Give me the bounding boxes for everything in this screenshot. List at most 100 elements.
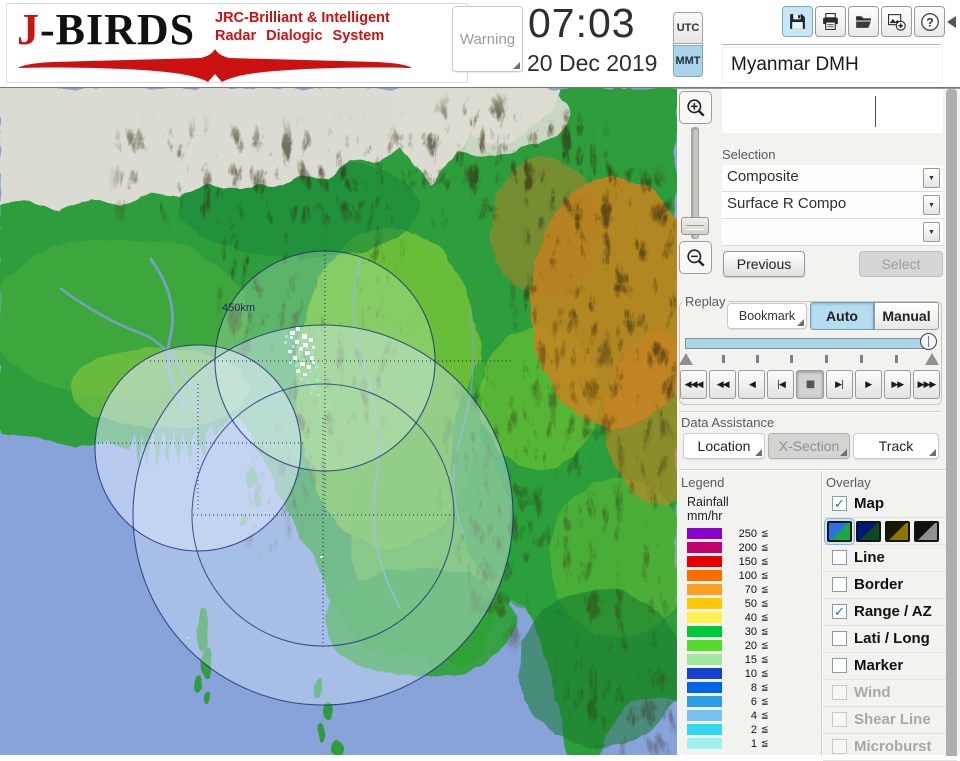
- x-section-button[interactable]: X-Section: [768, 433, 850, 459]
- overlay-item-border[interactable]: Border: [823, 572, 957, 599]
- legend-color-swatch: [687, 598, 722, 609]
- stop-button[interactable]: ■: [796, 370, 824, 399]
- chevron-down-icon[interactable]: ▼: [923, 222, 940, 242]
- overlay-item-marker[interactable]: Marker: [823, 653, 957, 680]
- help-button[interactable]: ?: [914, 6, 945, 37]
- legend-lte-symbol: ≦: [761, 725, 769, 735]
- overlay-item-map[interactable]: ✓ Map: [823, 491, 957, 518]
- map-style-black-gray[interactable]: [914, 521, 939, 542]
- legend-lte-symbol: ≦: [761, 669, 769, 679]
- overlay-item-label: Line: [854, 549, 885, 566]
- overlay-item-label: Border: [854, 576, 904, 593]
- checkbox-marker[interactable]: [832, 658, 847, 673]
- radar-map[interactable]: 450km: [0, 88, 677, 755]
- overlay-item-label: Lati / Long: [854, 630, 930, 647]
- selection-combo-1[interactable]: Composite ▼: [722, 165, 943, 192]
- utc-button[interactable]: UTC: [673, 12, 703, 44]
- replay-tick: [756, 355, 759, 363]
- clock-date: 20 Dec 2019: [527, 50, 658, 76]
- chevron-down-icon[interactable]: ▼: [923, 168, 940, 188]
- map-zoom-slider-thumb[interactable]: [681, 217, 709, 235]
- legend-color-swatch: [687, 710, 722, 721]
- print-button[interactable]: [815, 6, 846, 37]
- legend-row: 150 ≦: [685, 556, 815, 568]
- overlay-item-label: Map: [854, 495, 884, 512]
- overlay-item-label: Marker: [854, 657, 904, 674]
- replay-tick: [722, 355, 725, 363]
- station-name-field[interactable]: Myanmar DMH: [722, 47, 943, 83]
- divider: [679, 469, 955, 470]
- forward-end-button[interactable]: ▶▶▶: [912, 370, 940, 399]
- add-image-button[interactable]: [881, 6, 912, 37]
- auto-mode-button[interactable]: Auto: [810, 302, 874, 330]
- checkbox-lati-long[interactable]: [832, 631, 847, 646]
- map-style-blue-green[interactable]: [827, 521, 852, 542]
- data-assistance-label: Data Assistance: [681, 415, 775, 430]
- overlay-item-range-az[interactable]: ✓ Range / AZ: [823, 599, 957, 626]
- chevron-down-icon[interactable]: ▼: [923, 195, 940, 215]
- overlay-item-shear-line[interactable]: Shear Line: [823, 707, 957, 734]
- legend-color-swatch: [687, 584, 722, 595]
- open-folder-button[interactable]: [848, 6, 879, 37]
- add-image-icon: [888, 14, 906, 31]
- legend-lte-symbol: ≦: [761, 683, 769, 693]
- overlay-item-lati-long[interactable]: Lati / Long: [823, 626, 957, 653]
- map-style-black-olive[interactable]: [885, 521, 910, 542]
- logo-tagline-1: JRC-Brilliant & Intelligent: [215, 10, 390, 26]
- legend-row: 1 ≦: [685, 738, 815, 750]
- map-zoom-in-button[interactable]: [679, 91, 712, 124]
- track-button[interactable]: Track: [853, 433, 939, 459]
- checkbox-wind[interactable]: [832, 685, 847, 700]
- panel-collapse-arrow-icon[interactable]: [947, 16, 956, 28]
- play-button[interactable]: ▶: [854, 370, 882, 399]
- rewind-start-button[interactable]: ◀◀◀: [680, 370, 708, 399]
- legend-value: 200: [738, 542, 757, 554]
- replay-slider-handle[interactable]: [920, 333, 937, 350]
- header-bar: J-BIRDS JRC-Brilliant & Intelligent Rada…: [0, 0, 960, 88]
- combo-value: Surface R Compo: [727, 195, 847, 212]
- map-zoom-out-button[interactable]: [679, 241, 712, 274]
- text-caret: [875, 96, 876, 127]
- fast-rewind-button[interactable]: ◀◀: [709, 370, 737, 399]
- select-button[interactable]: Select: [859, 251, 943, 277]
- legend-row: 20 ≦: [685, 640, 815, 652]
- checkbox-microburst[interactable]: [832, 739, 847, 754]
- legend-row: 100 ≦: [685, 570, 815, 582]
- eagle-logo-icon: [18, 49, 412, 82]
- step-forward-button[interactable]: ▶|: [825, 370, 853, 399]
- previous-button[interactable]: Previous: [723, 251, 805, 277]
- legend-value: 250: [738, 528, 757, 540]
- legend-row: 8 ≦: [685, 682, 815, 694]
- mmt-button[interactable]: MMT: [673, 45, 703, 77]
- selection-combo-2[interactable]: Surface R Compo ▼: [722, 192, 943, 219]
- replay-slider-track[interactable]: [685, 338, 931, 349]
- checkbox-line[interactable]: [832, 550, 847, 565]
- location-button[interactable]: Location: [683, 433, 765, 459]
- checkbox-map[interactable]: ✓: [832, 496, 847, 511]
- legend-value: 150: [738, 556, 757, 568]
- overlay-item-line[interactable]: Line: [823, 545, 957, 572]
- legend-color-swatch: [687, 696, 722, 707]
- zoom-in-icon: [686, 98, 705, 117]
- map-style-navy-darkgreen[interactable]: [856, 521, 881, 542]
- play-reverse-button[interactable]: ◀: [738, 370, 766, 399]
- legend-label: Legend: [681, 475, 725, 490]
- message-input-box[interactable]: [722, 89, 943, 133]
- checkbox-border[interactable]: [832, 577, 847, 592]
- save-button[interactable]: [782, 6, 813, 37]
- slider-end-marker-icon: [925, 353, 939, 365]
- checkbox-shear-line[interactable]: [832, 712, 847, 727]
- bookmark-button[interactable]: Bookmark: [727, 303, 807, 329]
- manual-mode-button[interactable]: Manual: [874, 302, 939, 330]
- overlay-item-microburst[interactable]: Microburst: [823, 734, 957, 761]
- selection-combo-3[interactable]: ▼: [722, 219, 943, 246]
- legend-value: 30: [744, 626, 757, 638]
- warning-button[interactable]: Warning: [452, 6, 523, 72]
- overlay-item-wind[interactable]: Wind: [823, 680, 957, 707]
- checkbox-range-az[interactable]: ✓: [832, 604, 847, 619]
- legend-row: 6 ≦: [685, 696, 815, 708]
- step-back-button[interactable]: |◀: [767, 370, 795, 399]
- panel-scrollbar[interactable]: [946, 89, 957, 756]
- fast-forward-button[interactable]: ▶▶: [883, 370, 911, 399]
- legend-lte-symbol: ≦: [761, 557, 769, 567]
